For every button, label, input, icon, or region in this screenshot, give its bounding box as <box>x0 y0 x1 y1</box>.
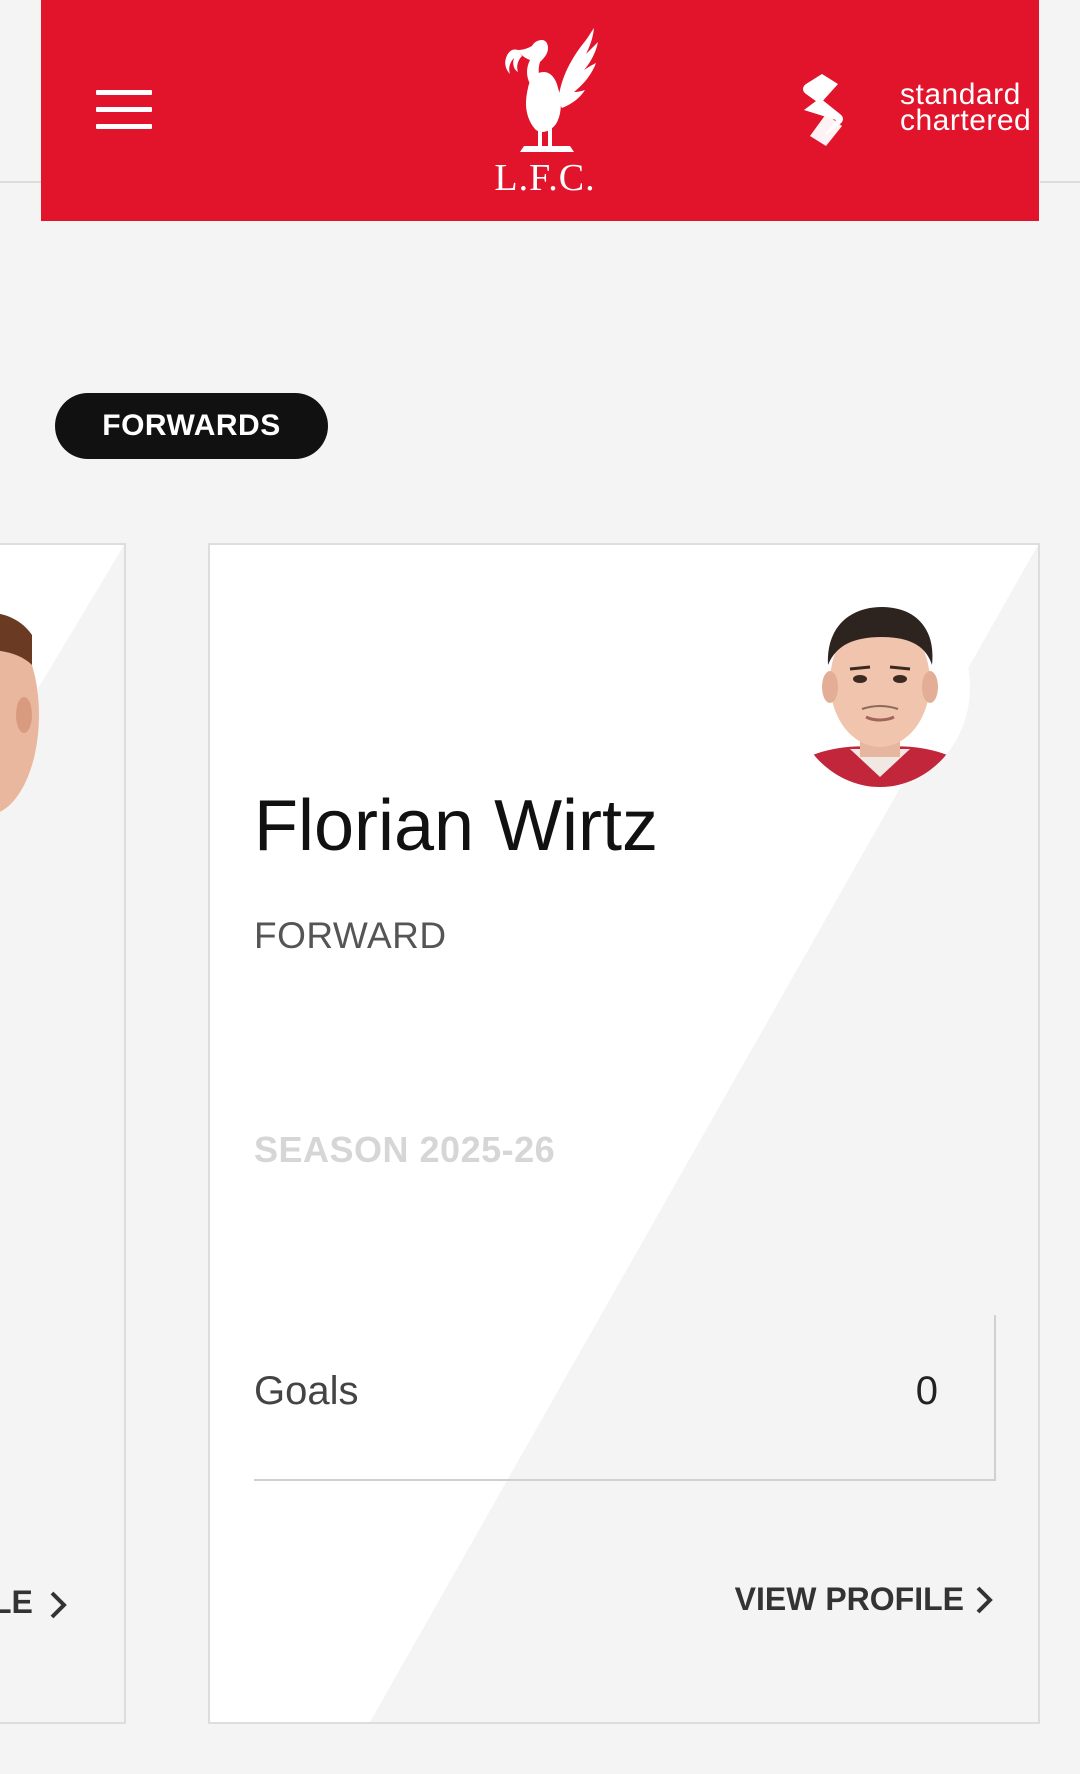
player-position: FORWARD <box>254 915 447 956</box>
player-photo <box>0 614 39 812</box>
sponsor-logo[interactable]: standard chartered <box>800 72 1031 152</box>
view-profile-label: VIEW PROFILE <box>734 1581 964 1617</box>
season-label: SEASON 2025-26 <box>254 1129 556 1170</box>
view-profile-link[interactable]: VIEW PROFILE <box>735 1581 994 1618</box>
site-header: L.F.C. standard chartered <box>41 0 1039 221</box>
hamburger-menu-icon[interactable] <box>96 90 152 130</box>
stat-row-goals: Goals 0 <box>254 1315 996 1481</box>
page: L.F.C. standard chartered FORWARDS E Flo… <box>0 0 1080 1774</box>
player-card-previous[interactable]: LE <box>0 543 126 1724</box>
chevron-right-icon <box>976 1586 993 1613</box>
club-crest[interactable]: L.F.C. <box>490 24 600 200</box>
divider <box>1040 181 1080 183</box>
player-photo <box>790 587 970 787</box>
sponsor-name: standard chartered <box>900 78 1032 137</box>
section-label-forwards: FORWARDS <box>55 393 328 459</box>
crest-text: L.F.C. <box>494 157 596 199</box>
stat-value: 0 <box>915 1369 938 1413</box>
divider <box>0 181 42 183</box>
player-card[interactable]: Florian Wirtz FORWARD SEASON 2025-26 Goa… <box>208 543 1040 1724</box>
liverbird-crest-icon <box>505 28 598 152</box>
view-profile-link-previous[interactable]: LE <box>0 1584 68 1621</box>
standard-chartered-logo-icon <box>803 74 843 146</box>
chevron-right-icon <box>50 1591 67 1618</box>
stat-label: Goals <box>254 1369 359 1413</box>
view-profile-label: LE <box>0 1584 33 1620</box>
player-name: Florian Wirtz <box>254 786 659 866</box>
